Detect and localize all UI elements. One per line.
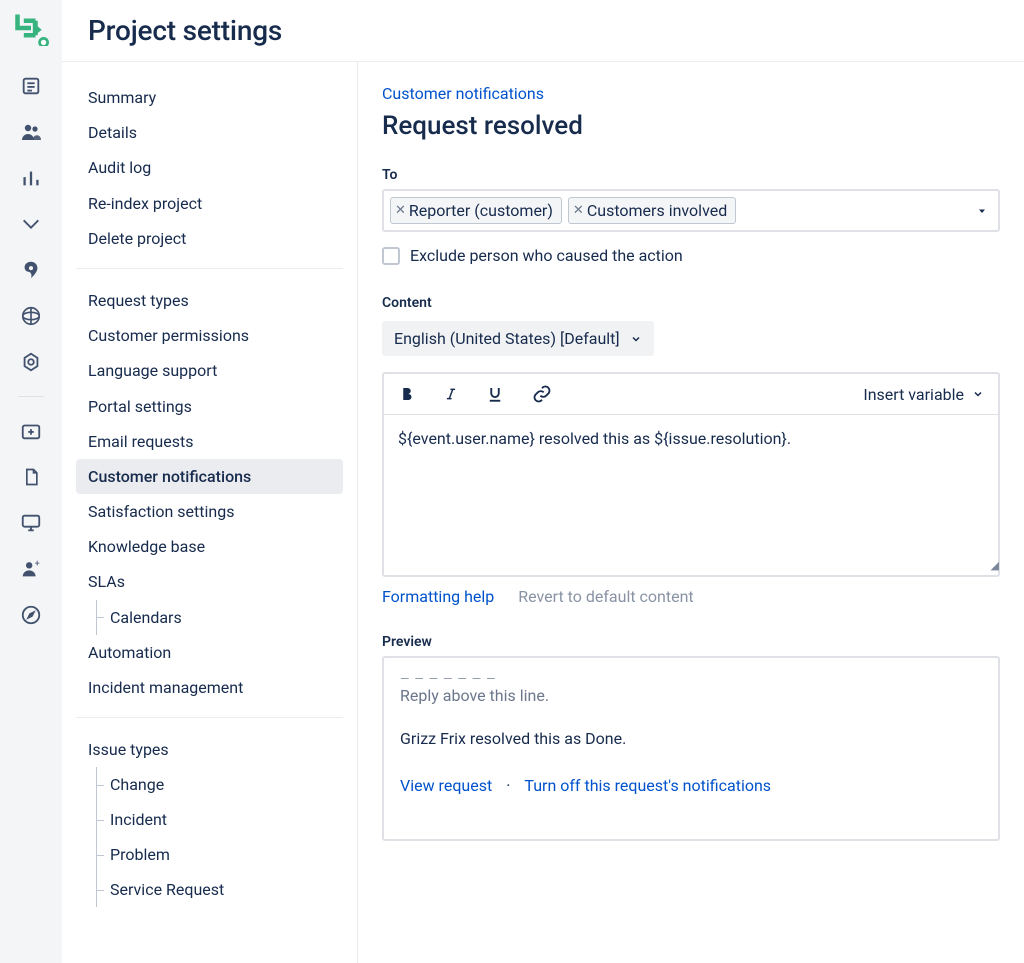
breadcrumb-link[interactable]: Customer notifications <box>382 84 1000 103</box>
add-person-icon[interactable]: + <box>19 557 43 581</box>
reports-icon[interactable] <box>19 166 43 190</box>
sidebar-item-summary[interactable]: Summary <box>76 80 343 115</box>
sidebar-subitem-calendars[interactable]: Calendars <box>96 600 343 635</box>
sidebar-item-request-types[interactable]: Request types <box>76 283 343 318</box>
to-field[interactable]: ✕Reporter (customer)✕Customers involved <box>382 189 1000 232</box>
sidebar-item-automation[interactable]: Automation <box>76 635 343 670</box>
preview-separator: — — — — — — — <box>400 672 982 686</box>
insert-variable-label: Insert variable <box>863 385 964 404</box>
editor-toolbar: Insert variable <box>384 374 998 415</box>
resize-handle-icon[interactable]: ◢ <box>991 559 995 572</box>
settings-gear-icon[interactable] <box>19 350 43 374</box>
recipient-chip: ✕Customers involved <box>568 197 736 224</box>
sidebar-subitem-problem[interactable]: Problem <box>96 837 343 872</box>
formatting-help-link[interactable]: Formatting help <box>382 587 494 606</box>
recipient-chip: ✕Reporter (customer) <box>390 197 562 224</box>
sidebar-item-knowledge-base[interactable]: Knowledge base <box>76 529 343 564</box>
insert-variable-dropdown[interactable]: Insert variable <box>863 385 984 404</box>
queues-icon[interactable] <box>19 74 43 98</box>
sidebar-item-customer-permissions[interactable]: Customer permissions <box>76 318 343 353</box>
monitor-icon[interactable] <box>19 511 43 535</box>
view-request-link[interactable]: View request <box>400 776 492 795</box>
page-header: Project settings <box>62 0 1024 61</box>
global-icon-sidebar: + <box>0 0 62 963</box>
app-logo[interactable] <box>13 10 49 46</box>
turn-off-notifications-link[interactable]: Turn off this request's notifications <box>524 776 771 795</box>
content-label: Content <box>382 295 1000 311</box>
sidebar-item-issue-types[interactable]: Issue types <box>76 732 343 767</box>
language-select[interactable]: English (United States) [Default] <box>382 321 654 356</box>
preview-body-text: Grizz Frix resolved this as Done. <box>400 729 982 748</box>
content-pane: Customer notifications Request resolved … <box>358 62 1024 963</box>
sidebar-subitem-change[interactable]: Change <box>96 767 343 802</box>
chip-remove-icon[interactable]: ✕ <box>573 203 584 218</box>
editor-textarea[interactable]: ${event.user.name} resolved this as ${is… <box>384 415 998 575</box>
customers-icon[interactable] <box>19 120 43 144</box>
sidebar-item-details[interactable]: Details <box>76 115 343 150</box>
italic-button[interactable] <box>444 384 458 404</box>
sidebar-item-satisfaction-settings[interactable]: Satisfaction settings <box>76 494 343 529</box>
to-label: To <box>382 167 1000 183</box>
pane-title: Request resolved <box>382 111 1000 141</box>
sidebar-item-email-requests[interactable]: Email requests <box>76 424 343 459</box>
knowledge-base-icon[interactable] <box>19 304 43 328</box>
iconbar-divider <box>18 396 44 397</box>
revert-content-link[interactable]: Revert to default content <box>518 587 693 606</box>
page-icon[interactable] <box>19 465 43 489</box>
chip-remove-icon[interactable]: ✕ <box>395 203 406 218</box>
recent-icon[interactable] <box>19 212 43 236</box>
sidebar-item-language-support[interactable]: Language support <box>76 353 343 388</box>
bold-button[interactable] <box>398 384 416 404</box>
preview-label: Preview <box>382 634 1000 650</box>
add-shortcut-icon[interactable] <box>19 419 43 443</box>
exclude-label: Exclude person who caused the action <box>410 246 683 265</box>
sidebar-item-customer-notifications[interactable]: Customer notifications <box>76 459 343 494</box>
content-editor: Insert variable ${event.user.name} resol… <box>382 372 1000 577</box>
svg-text:+: + <box>35 559 40 569</box>
sidebar-subitem-service-request[interactable]: Service Request <box>96 872 343 907</box>
chip-label: Customers involved <box>587 201 727 220</box>
link-button[interactable] <box>532 384 552 404</box>
chevron-down-icon <box>630 333 642 345</box>
sidebar-item-portal-settings[interactable]: Portal settings <box>76 389 343 424</box>
sidebar-subitem-incident[interactable]: Incident <box>96 802 343 837</box>
sidebar-item-incident-management[interactable]: Incident management <box>76 670 343 705</box>
preview-hint: Reply above this line. <box>400 686 982 705</box>
preview-box: — — — — — — — Reply above this line. Gri… <box>382 656 1000 841</box>
sidebar-item-slas[interactable]: SLAs <box>76 564 343 599</box>
language-select-value: English (United States) [Default] <box>394 329 620 348</box>
chip-label: Reporter (customer) <box>409 201 553 220</box>
action-separator: · <box>506 776 510 795</box>
editor-content: ${event.user.name} resolved this as ${is… <box>398 429 791 448</box>
chevron-down-icon <box>972 388 984 400</box>
sidebar-item-audit-log[interactable]: Audit log <box>76 150 343 185</box>
to-field-dropdown-icon[interactable] <box>976 205 988 217</box>
underline-button[interactable] <box>486 384 504 404</box>
settings-sidebar: SummaryDetailsAudit logRe-index projectD… <box>62 62 358 963</box>
raise-request-icon[interactable] <box>19 258 43 282</box>
page-title: Project settings <box>88 14 998 47</box>
exclude-checkbox[interactable] <box>382 247 400 265</box>
compass-icon[interactable] <box>19 603 43 627</box>
sidebar-item-re-index-project[interactable]: Re-index project <box>76 186 343 221</box>
sidebar-item-delete-project[interactable]: Delete project <box>76 221 343 256</box>
